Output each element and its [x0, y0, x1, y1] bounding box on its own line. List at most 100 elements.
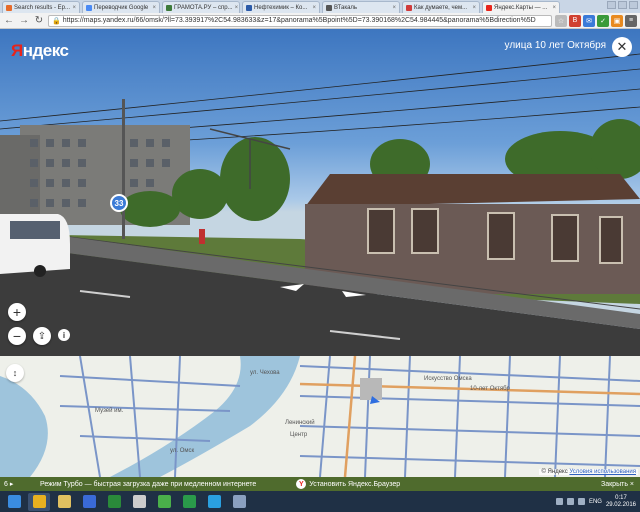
van-window	[10, 221, 60, 239]
map-label: ул. Омск	[170, 448, 195, 454]
logo-first-letter: Я	[11, 41, 23, 60]
torrent-icon	[182, 495, 196, 508]
clock-date: 29.02.2016	[605, 501, 636, 508]
extension-icon[interactable]: ▣	[611, 14, 623, 27]
tab-close-icon[interactable]: ×	[312, 5, 316, 11]
taskbar-search-icon[interactable]	[78, 493, 100, 511]
close-panorama-button[interactable]: ✕	[612, 37, 632, 57]
turbo-text: Режим Турбо — быстрая загрузка даже при …	[40, 480, 257, 488]
browser-tab[interactable]: Search results - Ер... ×	[2, 1, 80, 13]
downloads-indicator[interactable]: 6 ▸	[4, 480, 26, 488]
terms-link[interactable]: Условия использования	[569, 469, 636, 475]
map-label: 10-лет Октябр	[470, 386, 510, 392]
tab-strip: Search results - Ер... × Переводчик Google…	[0, 0, 640, 13]
promo-bar: 6 ▸ Режим Турбо — быстрая загрузка даже …	[0, 477, 640, 491]
close-promo-button[interactable]: Закрыть ×	[601, 481, 634, 488]
tab-close-icon[interactable]: ×	[72, 5, 76, 11]
street-panorama[interactable]: Яндекс улица 10 лет Октября ✕ 33 + − ⇪ i	[0, 29, 640, 356]
tab-title: Нефтехимик – Ко...	[254, 4, 308, 11]
copyright-text: © Яндекс	[541, 469, 568, 475]
windows-icon	[7, 495, 21, 508]
taskbar-torrent-icon[interactable]	[178, 493, 200, 511]
maximize-button[interactable]	[618, 1, 627, 9]
share-icon[interactable]: ⇪	[33, 327, 51, 345]
zoom-in-button[interactable]: +	[8, 303, 26, 321]
taskbar-chrome-icon[interactable]	[28, 492, 50, 511]
map-canvas	[0, 356, 640, 477]
url-text: https://maps.yandex.ru/66/omsk/?ll=73.39…	[62, 17, 536, 24]
zoom-out-button[interactable]: −	[8, 327, 26, 345]
city-map[interactable]: Музей им. Ленинский Центр Искусство Омск…	[0, 356, 640, 477]
paint-icon	[232, 495, 246, 508]
extension-icon[interactable]: ☆	[555, 14, 567, 27]
volume-icon[interactable]	[566, 498, 574, 505]
window-controls	[607, 1, 638, 9]
tab-title: ВТакаль	[334, 4, 358, 11]
tab-title: Как думаете, чем...	[414, 4, 468, 11]
forward-button[interactable]: →	[18, 15, 30, 27]
phone-icon	[157, 495, 171, 508]
extension-icon[interactable]: В	[569, 14, 581, 27]
tab-close-icon[interactable]: ×	[552, 5, 556, 11]
clock[interactable]: 0:17 29.02.2016	[606, 495, 636, 509]
browser-tab[interactable]: Переводчик Google ×	[82, 1, 160, 13]
browser-tab[interactable]: Нефтехимик – Ко... ×	[242, 1, 320, 13]
tab-favicon-icon	[246, 4, 252, 11]
minimize-button[interactable]	[607, 1, 616, 9]
yandex-logo[interactable]: Яндекс	[11, 41, 69, 61]
wooden-house-roof	[305, 174, 640, 207]
tab-title: Яндекс.Карты — ...	[494, 4, 548, 11]
tab-close-icon[interactable]: ×	[472, 5, 476, 11]
explorer-icon	[57, 495, 71, 508]
taskbar-windows-icon[interactable]	[3, 493, 25, 511]
reload-button[interactable]: ↻	[33, 15, 45, 27]
install-browser-button[interactable]: Y Установить Яндекс.Браузер	[296, 479, 400, 489]
taskbar-excel-icon[interactable]	[103, 493, 125, 511]
browser-tab[interactable]: Яндекс.Карты — ... ×	[482, 1, 560, 13]
network-icon[interactable]	[555, 498, 563, 505]
map-label: Музей им.	[95, 408, 124, 414]
browser-tab[interactable]: ВТакаль ×	[322, 1, 400, 13]
tab-title: ГРАМОТА.РУ – спр...	[174, 4, 233, 11]
address-bar: ← → ↻ 🔒 https://maps.yandex.ru/66/omsk/?…	[0, 13, 640, 29]
taskbar-skype-icon[interactable]	[203, 493, 225, 511]
tab-close-icon[interactable]: ×	[392, 5, 396, 11]
map-label: Центр	[290, 432, 308, 438]
tab-close-icon[interactable]: ×	[152, 5, 156, 11]
pedestrian	[199, 229, 205, 244]
taskbar-game-icon[interactable]	[128, 493, 150, 511]
clock-time: 0:17	[615, 494, 627, 501]
taskbar-apps	[3, 492, 250, 511]
extension-bar: ☆ В ✉ ✓ ▣ ≡	[555, 14, 637, 27]
logo-rest: ндекс	[22, 41, 69, 60]
extension-icon[interactable]: ≡	[625, 14, 637, 27]
browser-tab[interactable]: Как думаете, чем... ×	[402, 1, 480, 13]
tab-favicon-icon	[166, 4, 172, 11]
lock-icon: 🔒	[52, 17, 61, 25]
yandex-browser-icon: Y	[296, 479, 307, 489]
van-wheel	[34, 265, 46, 277]
taskbar-paint-icon[interactable]	[228, 493, 250, 511]
taskbar-phone-icon[interactable]	[153, 493, 175, 511]
tab-close-icon[interactable]: ×	[235, 5, 239, 11]
url-field[interactable]: 🔒 https://maps.yandex.ru/66/omsk/?ll=73.…	[48, 14, 552, 27]
extension-icon[interactable]: ✓	[597, 14, 609, 27]
tab-favicon-icon	[486, 4, 492, 11]
back-button[interactable]: ←	[3, 15, 15, 27]
map-building	[360, 378, 382, 400]
tab-title: Search results - Ер...	[14, 4, 71, 11]
map-label: ул. Чехова	[250, 370, 280, 376]
tab-favicon-icon	[326, 4, 332, 11]
language-indicator[interactable]: ENG	[589, 499, 602, 505]
close-window-button[interactable]	[629, 1, 638, 9]
browser-tab[interactable]: ГРАМОТА.РУ – спр... ×	[162, 1, 240, 13]
game-icon	[132, 495, 146, 508]
house-number-badge[interactable]: 33	[110, 194, 128, 212]
info-icon[interactable]: i	[58, 329, 70, 341]
collapse-map-button[interactable]: ↕	[6, 364, 24, 382]
tab-title: Переводчик Google	[94, 4, 149, 11]
tab-favicon-icon	[6, 4, 12, 11]
extension-icon[interactable]: ✉	[583, 14, 595, 27]
taskbar-explorer-icon[interactable]	[53, 493, 75, 511]
battery-icon[interactable]	[577, 498, 585, 505]
